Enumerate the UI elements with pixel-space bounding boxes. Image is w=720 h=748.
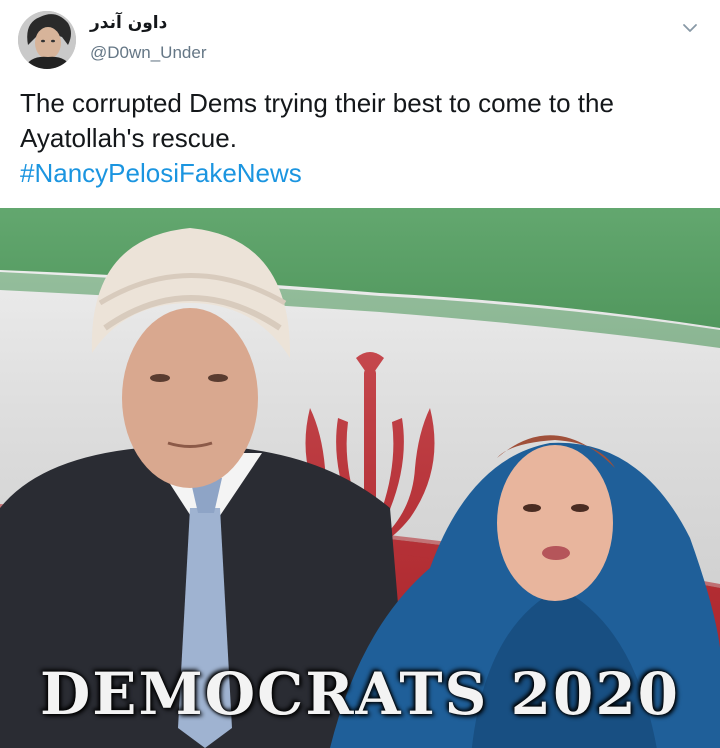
hashtag-link[interactable]: #NancyPelosiFakeNews xyxy=(20,156,700,191)
author-display-name[interactable]: داون آندر xyxy=(90,13,167,33)
tweet-media-image[interactable]: DEMOCRATS 2020 xyxy=(0,208,720,748)
media-caption: DEMOCRATS 2020 xyxy=(39,660,681,728)
avatar[interactable] xyxy=(18,11,76,69)
tweet-text-line: Ayatollah's rescue. xyxy=(20,123,237,153)
tweet-header: داون آندر @D0wn_Under xyxy=(0,0,720,80)
chevron-down-icon[interactable] xyxy=(680,18,700,38)
author-handle[interactable]: @D0wn_Under xyxy=(90,43,206,63)
tweet-text-line: The corrupted Dems trying their best to … xyxy=(20,88,614,118)
tweet-text: The corrupted Dems trying their best to … xyxy=(20,86,700,191)
avatar-image xyxy=(18,11,76,69)
tweet-card: داون آندر @D0wn_Under The corrupted Dems… xyxy=(0,0,720,748)
